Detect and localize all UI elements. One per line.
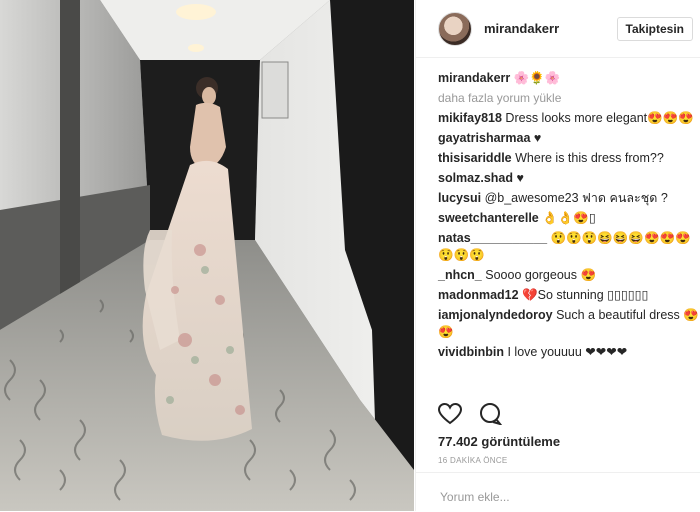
action-bar [437, 402, 503, 430]
comment-username[interactable]: iamjonalyndedoroy [438, 308, 553, 322]
avatar[interactable] [438, 11, 472, 46]
speech-bubble-icon[interactable] [478, 403, 503, 430]
load-more-comments[interactable]: daha fazla yorum yükle [438, 91, 700, 105]
instagram-post: mirandakerr Takiptesin mirandakerr 🌸🌻🌸 d… [0, 0, 700, 511]
post-username[interactable]: mirandakerr [484, 21, 617, 36]
comment-input[interactable] [438, 489, 672, 505]
heart-outline-icon[interactable] [437, 402, 463, 430]
post-video[interactable] [0, 0, 414, 511]
comment-username[interactable]: solmaz.shad [438, 171, 513, 185]
list-item: natas___________ 😲😲😲😆😆😆😍😍😍😲😲😲 [438, 230, 700, 264]
comment-text: ♥ [516, 171, 524, 185]
comment-username[interactable]: thisisariddle [438, 151, 512, 165]
comment-text: Soooo gorgeous 😍 [485, 268, 597, 282]
list-item: mikifay818 Dress looks more elegant😍😍😍 [438, 110, 700, 127]
comment-text: Dress looks more elegant😍😍😍 [505, 111, 694, 125]
comments-list: mirandakerr 🌸🌻🌸 daha fazla yorum yükle m… [416, 58, 700, 388]
post-header: mirandakerr Takiptesin [416, 0, 700, 58]
list-item: madonmad12 💔So stunning ▯▯▯▯▯▯ [438, 287, 700, 304]
post-sidebar: mirandakerr Takiptesin mirandakerr 🌸🌻🌸 d… [415, 0, 700, 511]
comment-username[interactable]: mikifay818 [438, 111, 502, 125]
list-item: iamjonalyndedoroy Such a beautiful dress… [438, 307, 700, 341]
caption-username[interactable]: mirandakerr [438, 71, 510, 85]
add-comment-bar [416, 472, 700, 512]
list-item: vividbinbin I love youuuu ❤❤❤❤ [438, 344, 700, 361]
list-item: _nhcn_ Soooo gorgeous 😍 [438, 267, 700, 284]
comment-username[interactable]: lucysui [438, 191, 481, 205]
post-timestamp[interactable]: 16 DAKİKA ÖNCE [438, 456, 508, 465]
comment-username[interactable]: natas___________ [438, 231, 547, 245]
comment-text: I love youuuu ❤❤❤❤ [507, 345, 628, 359]
comment-username[interactable]: _nhcn_ [438, 268, 482, 282]
comment-username[interactable]: gayatrisharmaa [438, 131, 530, 145]
comment-text: Where is this dress from?? [515, 151, 664, 165]
list-item: sweetchanterelle 👌👌😍▯ [438, 210, 700, 227]
follow-button[interactable]: Takiptesin [616, 16, 693, 41]
list-item: solmaz.shad ♥ [438, 170, 700, 187]
comment-username[interactable]: madonmad12 [438, 288, 519, 302]
comment-username[interactable]: vividbinbin [438, 345, 504, 359]
comment-text: ♥ [533, 131, 542, 145]
comment-username[interactable]: sweetchanterelle [438, 211, 539, 225]
list-item: lucysui @b_awesome23 ฟาด คนละชุด ? [438, 190, 700, 207]
comment-text: 👌👌😍▯ [542, 211, 596, 225]
comment-text: @b_awesome23 ฟาด คนละชุด ? [484, 191, 668, 205]
list-item: thisisariddle Where is this dress from?? [438, 150, 700, 167]
view-count[interactable]: 77.402 görüntüleme [438, 434, 560, 449]
caption-text: 🌸🌻🌸 [513, 71, 561, 85]
list-item: gayatrisharmaa ♥ [438, 130, 700, 147]
comment-text: 💔So stunning ▯▯▯▯▯▯ [522, 288, 649, 302]
hallway-photo [0, 0, 414, 511]
caption: mirandakerr 🌸🌻🌸 [438, 70, 700, 87]
